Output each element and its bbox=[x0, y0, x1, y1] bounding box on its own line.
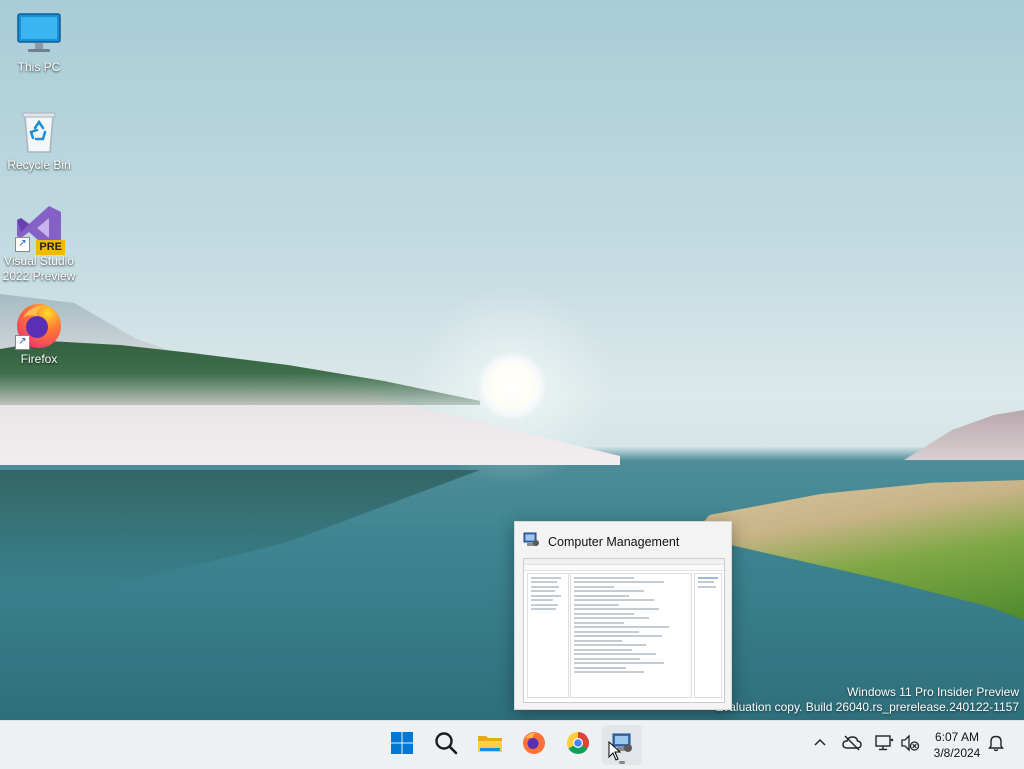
search-button[interactable] bbox=[426, 725, 466, 765]
firefox-taskbar-button[interactable] bbox=[514, 725, 554, 765]
monitor-icon bbox=[15, 10, 63, 58]
computer-management-icon bbox=[523, 531, 540, 553]
volume-muted-icon bbox=[900, 733, 920, 757]
cloud-offline-icon bbox=[842, 735, 862, 756]
desktop-icon-label: Recycle Bin bbox=[7, 158, 71, 172]
preview-thumbnail bbox=[523, 558, 725, 703]
chrome-icon bbox=[566, 731, 590, 760]
desktop-icon-this-pc[interactable]: This PC bbox=[1, 10, 77, 75]
mouse-cursor bbox=[608, 740, 622, 766]
onedrive-tray-button[interactable] bbox=[840, 733, 864, 757]
start-button[interactable] bbox=[382, 725, 422, 765]
network-tray-button[interactable] bbox=[872, 733, 896, 757]
visual-studio-preview-icon: PRE ↗ bbox=[15, 204, 65, 255]
desktop-icon-label: Firefox bbox=[20, 352, 58, 366]
windows-start-icon bbox=[390, 731, 414, 760]
firefox-icon: ↗ bbox=[15, 302, 63, 350]
sun bbox=[478, 352, 546, 420]
clock-time: 6:07 AM bbox=[934, 730, 980, 744]
bell-icon bbox=[988, 734, 1004, 757]
network-icon bbox=[874, 734, 894, 757]
desktop-icon-recycle-bin[interactable]: Recycle Bin bbox=[1, 108, 77, 173]
distant-mountain bbox=[904, 410, 1024, 460]
volume-tray-button[interactable] bbox=[898, 733, 922, 757]
show-hidden-icons-button[interactable] bbox=[808, 733, 832, 757]
windows-watermark: Windows 11 Pro Insider Preview Evaluatio… bbox=[715, 685, 1019, 715]
desktop-icon-label: This PC bbox=[17, 60, 61, 74]
shortcut-arrow-icon: ↗ bbox=[15, 237, 30, 252]
firefox-icon bbox=[522, 731, 546, 760]
chrome-taskbar-button[interactable] bbox=[558, 725, 598, 765]
shortcut-arrow-icon: ↗ bbox=[15, 335, 30, 350]
clock-date: 3/8/2024 bbox=[933, 746, 981, 760]
watermark-edition: Windows 11 Pro Insider Preview bbox=[847, 685, 1019, 699]
taskbar-clock[interactable]: 6:07 AM 3/8/2024 bbox=[926, 729, 988, 761]
recycle-bin-icon bbox=[15, 108, 63, 156]
search-icon bbox=[434, 731, 458, 760]
desktop-background: This PC Recycle Bin PRE ↗ Visual Studio … bbox=[0, 0, 1024, 720]
desktop-icon-visual-studio-preview[interactable]: PRE ↗ Visual Studio 2022 Preview bbox=[1, 204, 77, 284]
desktop-icon-label: Visual Studio 2022 Preview bbox=[2, 254, 76, 283]
file-explorer-button[interactable] bbox=[470, 725, 510, 765]
preview-title: Computer Management bbox=[548, 535, 680, 549]
watermark-build: Evaluation copy. Build 26040.rs_prerelea… bbox=[715, 700, 1019, 714]
preview-badge: PRE bbox=[36, 240, 65, 255]
taskbar-window-preview[interactable]: Computer Management bbox=[514, 521, 732, 710]
preview-header: Computer Management bbox=[523, 532, 679, 552]
desktop-icon-firefox[interactable]: ↗ Firefox bbox=[1, 302, 77, 367]
notifications-button[interactable] bbox=[984, 733, 1008, 757]
taskbar: 6:07 AM 3/8/2024 bbox=[0, 720, 1024, 769]
chevron-up-icon bbox=[814, 736, 826, 754]
lake-reflection bbox=[0, 470, 480, 590]
folder-icon bbox=[477, 731, 503, 760]
